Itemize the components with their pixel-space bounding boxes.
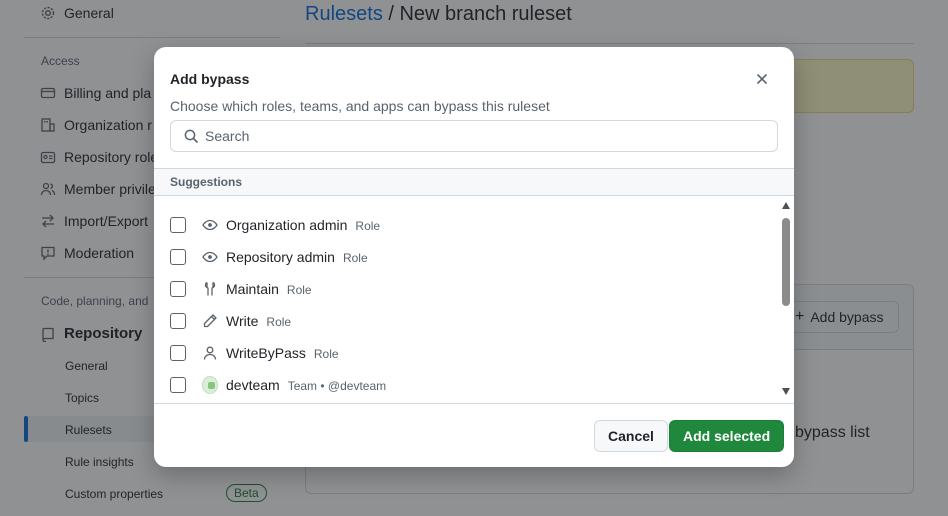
list-item[interactable]: Organization admin Role	[154, 209, 779, 241]
item-name: WriteByPass	[226, 345, 306, 361]
item-meta: Role	[342, 251, 368, 265]
scroll-thumb[interactable]	[782, 218, 790, 306]
dialog-subtitle: Choose which roles, teams, and apps can …	[170, 98, 550, 114]
search-input[interactable]	[205, 128, 765, 144]
close-icon	[754, 71, 770, 92]
avatar	[202, 376, 218, 394]
checkbox[interactable]	[170, 377, 186, 393]
tools-icon	[202, 281, 218, 297]
person-icon	[202, 345, 218, 361]
search-field[interactable]	[170, 120, 778, 152]
item-name: devteam	[226, 377, 280, 393]
list-item[interactable]: Maintain Role	[154, 273, 779, 305]
checkbox[interactable]	[170, 249, 186, 265]
item-meta: Role	[286, 283, 312, 297]
pencil-icon	[202, 313, 218, 329]
item-meta: Role	[266, 315, 292, 329]
checkbox[interactable]	[170, 217, 186, 233]
item-meta: Team • @devteam	[287, 379, 387, 393]
checkbox[interactable]	[170, 345, 186, 361]
eye-icon	[202, 249, 218, 265]
team-avatar	[202, 376, 218, 394]
checkbox[interactable]	[170, 313, 186, 329]
list-item[interactable]: Repository admin Role	[154, 241, 779, 273]
checkbox[interactable]	[170, 281, 186, 297]
close-button[interactable]	[748, 67, 776, 95]
item-meta: Role	[313, 347, 339, 361]
scroll-down-arrow-icon[interactable]	[782, 388, 790, 395]
item-name: Organization admin	[226, 217, 348, 233]
suggestions-list: Organization admin Role Repository admin R…	[154, 196, 794, 403]
suggestions-heading: Suggestions	[154, 168, 794, 196]
item-name: Write	[226, 313, 259, 329]
list-item[interactable]: Write Role	[154, 305, 779, 337]
dialog-footer: Cancel Add selected	[154, 403, 794, 467]
add-selected-button[interactable]: Add selected	[669, 420, 785, 452]
cancel-button[interactable]: Cancel	[594, 420, 668, 452]
dialog-title: Add bypass	[170, 71, 250, 87]
search-icon	[183, 128, 199, 144]
item-meta: Role	[355, 219, 381, 233]
list-scrollbar[interactable]	[779, 196, 794, 403]
list-item[interactable]: devteam Team • @devteam	[154, 369, 779, 401]
item-name: Maintain	[226, 281, 279, 297]
add-bypass-dialog: Add bypass Choose which roles, teams, an…	[154, 47, 794, 467]
eye-icon	[202, 217, 218, 233]
list-item[interactable]: WriteByPass Role	[154, 337, 779, 369]
item-name: Repository admin	[226, 249, 335, 265]
scroll-up-arrow-icon[interactable]	[782, 202, 790, 209]
